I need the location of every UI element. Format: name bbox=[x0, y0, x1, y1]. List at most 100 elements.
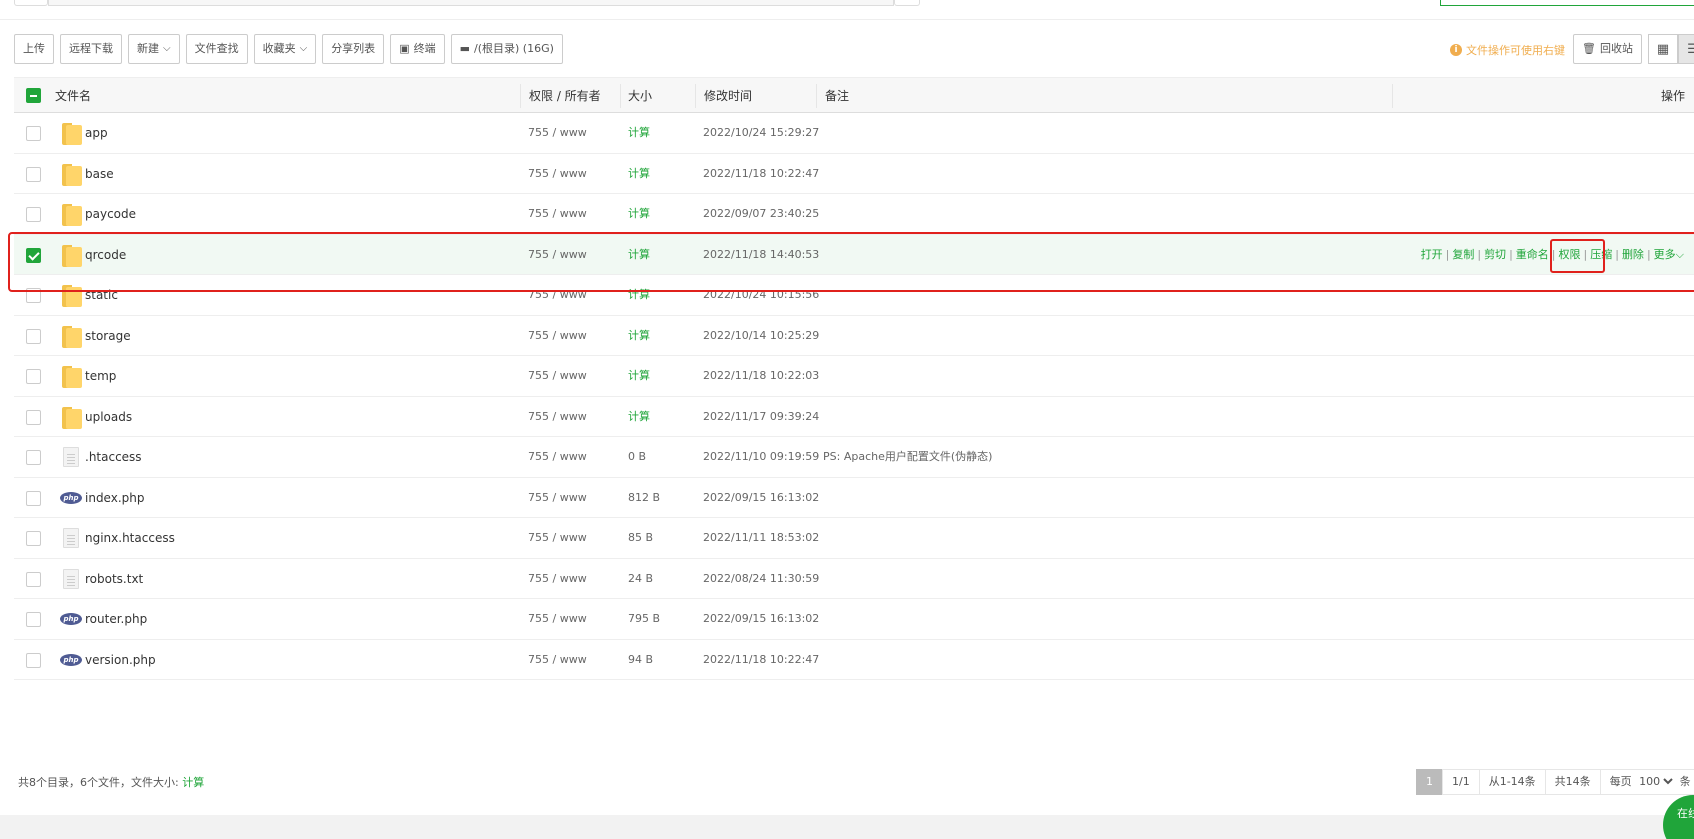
file-perm[interactable]: 755 / www bbox=[528, 356, 587, 396]
file-perm[interactable]: 755 / www bbox=[528, 640, 587, 680]
row-checkbox[interactable] bbox=[26, 450, 41, 465]
terminal-button[interactable]: ▣ 终端 bbox=[390, 34, 445, 64]
new-button[interactable]: 新建 ⌵ bbox=[128, 34, 180, 64]
trash-icon: 🗑 bbox=[1582, 42, 1596, 55]
file-perm[interactable]: 755 / www bbox=[528, 154, 587, 194]
file-size[interactable]: 计算 bbox=[628, 154, 650, 194]
table-row[interactable]: robots.txt 755 / www 24 B 2022/08/24 11:30:… bbox=[14, 559, 1694, 599]
row-checkbox[interactable] bbox=[26, 369, 41, 384]
header-mtime[interactable]: 修改时间 bbox=[704, 78, 752, 114]
action-open[interactable]: 打开 bbox=[1421, 248, 1443, 261]
table-row[interactable]: app 755 / www 计算 2022/10/24 15:29:27 bbox=[14, 113, 1694, 154]
file-size[interactable]: 计算 bbox=[628, 316, 650, 356]
file-name[interactable]: index.php bbox=[85, 478, 144, 518]
file-perm[interactable]: 755 / www bbox=[528, 194, 587, 234]
table-row[interactable]: base 755 / www 计算 2022/11/18 10:22:47 bbox=[14, 154, 1694, 194]
share-list-button[interactable]: 分享列表 bbox=[322, 34, 385, 64]
file-perm[interactable]: 755 / www bbox=[528, 478, 587, 518]
file-size[interactable]: 计算 bbox=[628, 356, 650, 396]
path-input[interactable] bbox=[48, 0, 894, 6]
row-checkbox[interactable] bbox=[26, 166, 41, 182]
table-row[interactable]: uploads 755 / www 计算 2022/11/17 09:39:24 bbox=[14, 397, 1694, 437]
row-checkbox[interactable] bbox=[26, 126, 41, 141]
header-note: 备注 bbox=[825, 89, 850, 103]
file-name[interactable]: router.php bbox=[85, 599, 147, 639]
page-range: 从1-14条 bbox=[1478, 769, 1546, 795]
table-row[interactable]: php version.php 755 / www 94 B 2022/11/18 10… bbox=[14, 640, 1694, 680]
select-all-checkbox[interactable] bbox=[26, 88, 41, 103]
header-size[interactable]: 大小 bbox=[628, 78, 652, 114]
row-checkbox[interactable] bbox=[26, 328, 41, 344]
action-copy[interactable]: 复制 bbox=[1452, 248, 1474, 261]
search-box[interactable] bbox=[1440, 0, 1694, 6]
recycle-bin-button[interactable]: 🗑 回收站 bbox=[1573, 34, 1642, 64]
file-perm[interactable]: 755 / www bbox=[528, 113, 587, 153]
table-row[interactable]: php index.php 755 / www 812 B 2022/09/15 16:… bbox=[14, 478, 1694, 518]
file-name[interactable]: nginx.htaccess bbox=[85, 518, 175, 558]
file-name[interactable]: uploads bbox=[85, 397, 132, 437]
grid-view-icon[interactable]: ▦ bbox=[1648, 34, 1678, 64]
file-name[interactable]: static bbox=[85, 275, 118, 315]
file-perm[interactable]: 755 / www bbox=[528, 559, 587, 599]
file-size[interactable]: 计算 bbox=[628, 275, 650, 315]
row-checkbox[interactable] bbox=[26, 247, 41, 263]
file-name[interactable]: app bbox=[85, 113, 108, 153]
file-perm[interactable]: 755 / www bbox=[528, 599, 587, 639]
file-perm[interactable]: 755 / www bbox=[528, 437, 587, 477]
file-perm[interactable]: 755 / www bbox=[528, 397, 587, 437]
per-page-select[interactable]: 100 bbox=[1635, 774, 1677, 789]
file-perm[interactable]: 755 / www bbox=[528, 275, 587, 315]
file-name[interactable]: qrcode bbox=[85, 235, 126, 275]
action-delete[interactable]: 删除 bbox=[1622, 248, 1644, 261]
file-size[interactable]: 计算 bbox=[628, 194, 650, 234]
table-row[interactable]: temp 755 / www 计算 2022/11/18 10:22:03 bbox=[14, 356, 1694, 397]
table-row[interactable]: paycode 755 / www 计算 2022/09/07 23:40:25 bbox=[14, 194, 1694, 235]
file-name[interactable]: version.php bbox=[85, 640, 156, 680]
file-name[interactable]: robots.txt bbox=[85, 559, 143, 599]
row-checkbox[interactable] bbox=[26, 571, 41, 587]
file-search-button[interactable]: 文件查找 bbox=[185, 34, 248, 64]
table-row[interactable]: static 755 / www 计算 2022/10/24 10:15:56 bbox=[14, 275, 1694, 316]
row-checkbox[interactable] bbox=[26, 207, 41, 222]
upload-button[interactable]: 上传 bbox=[14, 34, 54, 64]
file-note[interactable]: PS: Apache用户配置文件(伪静态) bbox=[823, 437, 992, 477]
header-perm[interactable]: 权限 / 所有者 bbox=[529, 78, 601, 114]
table-row[interactable]: qrcode 755 / www 计算 2022/11/18 14:40:53 打开 | 复… bbox=[14, 234, 1694, 275]
remote-download-button[interactable]: 远程下载 bbox=[60, 34, 122, 64]
file-perm[interactable]: 755 / www bbox=[528, 235, 587, 275]
file-name[interactable]: storage bbox=[85, 316, 131, 356]
file-perm[interactable]: 755 / www bbox=[528, 316, 587, 356]
favorites-button[interactable]: 收藏夹 ⌵ bbox=[253, 34, 317, 64]
action-compress[interactable]: 压缩 bbox=[1590, 248, 1612, 261]
header-name[interactable]: 文件名 bbox=[55, 78, 91, 114]
row-checkbox[interactable] bbox=[26, 409, 41, 425]
action-more[interactable]: 更多 bbox=[1654, 248, 1676, 261]
online-support-button[interactable]: 在线客服 bbox=[1663, 795, 1694, 839]
action-rename[interactable]: 重命名 bbox=[1516, 248, 1549, 261]
row-checkbox[interactable] bbox=[26, 652, 41, 668]
calc-total-size-link[interactable]: 计算 bbox=[182, 776, 204, 789]
list-view-icon[interactable]: ☰ bbox=[1678, 34, 1694, 64]
table-row[interactable]: storage 755 / www 计算 2022/10/14 10:25:29 bbox=[14, 316, 1694, 356]
row-checkbox[interactable] bbox=[26, 612, 41, 627]
table-row[interactable]: .htaccess 755 / www 0 B 2022/11/10 09:19:59… bbox=[14, 437, 1694, 478]
file-name[interactable]: paycode bbox=[85, 194, 136, 234]
refresh-button[interactable] bbox=[894, 0, 920, 6]
table-row[interactable]: php router.php 755 / www 795 B 2022/09/15 16… bbox=[14, 599, 1694, 640]
disk-button[interactable]: ▬/(根目录) (16G) bbox=[450, 34, 563, 64]
file-name[interactable]: temp bbox=[85, 356, 116, 396]
file-name[interactable]: .htaccess bbox=[85, 437, 142, 477]
file-name[interactable]: base bbox=[85, 154, 114, 194]
row-checkbox[interactable] bbox=[26, 490, 41, 506]
back-button[interactable] bbox=[14, 0, 48, 6]
file-perm[interactable]: 755 / www bbox=[528, 518, 587, 558]
file-size[interactable]: 计算 bbox=[628, 235, 650, 275]
file-size[interactable]: 计算 bbox=[628, 397, 650, 437]
file-size[interactable]: 计算 bbox=[628, 113, 650, 153]
row-checkbox[interactable] bbox=[26, 531, 41, 546]
table-row[interactable]: nginx.htaccess 755 / www 85 B 2022/11/11 18… bbox=[14, 518, 1694, 559]
row-checkbox[interactable] bbox=[26, 288, 41, 303]
action-permission[interactable]: 权限 bbox=[1559, 248, 1581, 261]
page-current[interactable]: 1 bbox=[1416, 769, 1443, 795]
action-cut[interactable]: 剪切 bbox=[1484, 248, 1506, 261]
